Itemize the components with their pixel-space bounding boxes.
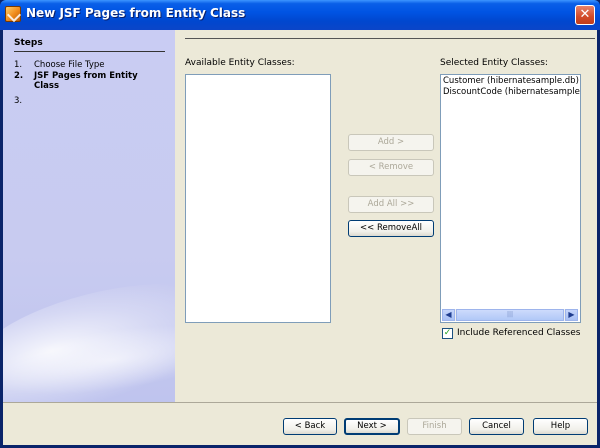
back-button[interactable]: < Back: [283, 418, 337, 435]
steps-heading: Steps: [14, 38, 165, 52]
scroll-left-button[interactable]: ◀: [442, 309, 455, 321]
step-number: 1.: [14, 60, 23, 70]
cancel-button[interactable]: Cancel: [469, 418, 524, 435]
next-button[interactable]: Next >: [344, 418, 400, 435]
help-button[interactable]: Help: [533, 418, 588, 435]
finish-button[interactable]: Finish: [407, 418, 462, 435]
available-classes-list[interactable]: [185, 74, 331, 323]
wizard-content: Available Entity Classes: Selected Entit…: [175, 30, 597, 402]
dialog-client-area: Steps 1. Choose File Type 2. JSF Pages f…: [3, 30, 597, 445]
horizontal-scrollbar[interactable]: ◀ ||| ▶: [442, 309, 578, 321]
selected-classes-list[interactable]: Customer (hibernatesample.db) DiscountCo…: [440, 74, 581, 323]
window-title: New JSF Pages from Entity Class: [26, 6, 246, 20]
footer-separator: [3, 402, 597, 403]
scroll-right-button[interactable]: ▶: [565, 309, 578, 321]
selected-classes-label: Selected Entity Classes:: [440, 58, 548, 68]
step-number: 3.: [14, 96, 23, 106]
step-label: JSF Pages from Entity Class: [34, 71, 138, 91]
remove-all-button[interactable]: << RemoveAll: [348, 220, 434, 237]
available-classes-label: Available Entity Classes:: [185, 58, 295, 68]
close-button[interactable]: ✕: [575, 5, 595, 25]
app-icon: [5, 6, 21, 22]
steps-panel: Steps 1. Choose File Type 2. JSF Pages f…: [3, 30, 175, 402]
title-bar[interactable]: New JSF Pages from Entity Class ✕: [0, 0, 600, 30]
step-label: Choose File Type: [34, 60, 105, 70]
include-referenced-label[interactable]: Include Referenced Classes: [457, 328, 580, 338]
scroll-thumb[interactable]: |||: [456, 309, 564, 321]
step-number: 2.: [14, 71, 24, 81]
add-all-button[interactable]: Add All >>: [348, 196, 434, 213]
header-separator: [185, 38, 595, 39]
add-button[interactable]: Add >: [348, 134, 434, 151]
list-item[interactable]: Customer (hibernatesample.db): [443, 76, 579, 86]
remove-button[interactable]: < Remove: [348, 159, 434, 176]
dialog-window: New JSF Pages from Entity Class ✕ Steps …: [0, 0, 600, 448]
include-referenced-checkbox[interactable]: ✓: [442, 328, 453, 339]
list-item[interactable]: DiscountCode (hibernatesample.db): [443, 87, 580, 97]
